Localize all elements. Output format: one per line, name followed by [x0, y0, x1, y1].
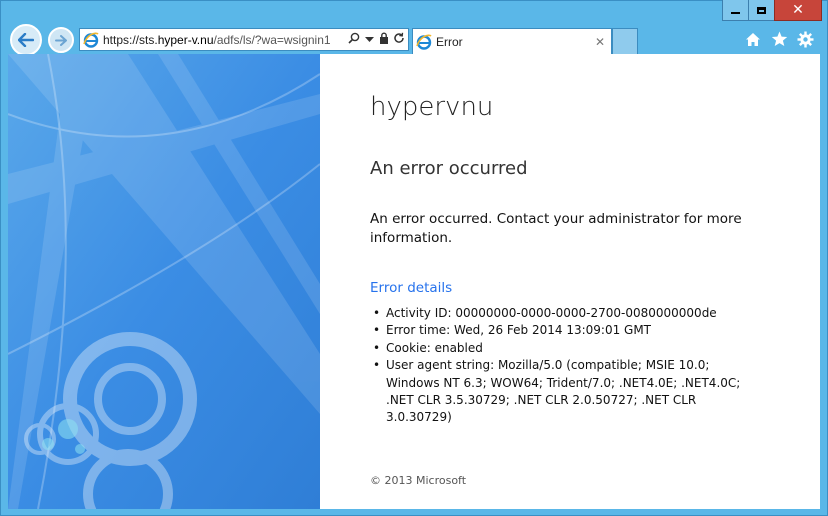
browser-window: ✕ https://sts.hyper-v.nu/adfs/ls/?wa=wsi… — [0, 0, 828, 516]
new-tab-button[interactable] — [612, 28, 638, 54]
background-illustration — [8, 54, 320, 509]
forward-arrow-icon — [55, 34, 67, 46]
lock-icon[interactable] — [378, 32, 390, 47]
error-details-list: Activity ID: 00000000-0000-0000-2700-008… — [370, 305, 750, 427]
command-icons — [744, 30, 814, 48]
back-arrow-icon — [18, 33, 34, 47]
url-scheme: https://sts. — [103, 32, 158, 47]
minimize-icon — [731, 12, 740, 14]
detail-cookie: Cookie: enabled — [370, 340, 750, 358]
back-button[interactable] — [10, 24, 42, 56]
caption-buttons: ✕ — [722, 0, 822, 21]
forward-button[interactable] — [48, 27, 74, 53]
minimize-button[interactable] — [722, 0, 749, 21]
close-window-button[interactable]: ✕ — [774, 0, 822, 21]
url-domain: hyper-v.nu — [157, 32, 214, 47]
error-title: An error occurred — [370, 158, 528, 179]
error-details-link[interactable]: Error details — [370, 280, 452, 296]
search-icon[interactable] — [348, 32, 360, 47]
company-name: hypervnu — [370, 92, 494, 122]
close-icon[interactable]: ✕ — [595, 35, 605, 49]
detail-activity-id: Activity ID: 00000000-0000-0000-2700-008… — [370, 305, 750, 323]
detail-user-agent: User agent string: Mozilla/5.0 (compatib… — [370, 357, 750, 427]
content-panel: hypervnu An error occurred An error occu… — [320, 54, 820, 509]
page-viewport: hypervnu An error occurred An error occu… — [8, 54, 820, 509]
refresh-icon[interactable] — [393, 32, 405, 47]
illustration-panel — [8, 54, 320, 509]
address-bar-icons — [348, 32, 405, 47]
chevron-down-icon[interactable] — [363, 33, 375, 46]
copyright-text: © 2013 Microsoft — [370, 474, 467, 487]
ie-logo-icon — [83, 32, 99, 48]
url-path: /adfs/ls/?wa=wsignin1 — [213, 32, 331, 47]
gear-icon[interactable] — [796, 30, 814, 48]
tab-error[interactable]: Error ✕ — [412, 28, 612, 54]
close-icon: ✕ — [792, 2, 804, 18]
address-bar[interactable]: https://sts.hyper-v.nu/adfs/ls/?wa=wsign… — [79, 28, 409, 51]
ie-favicon-icon — [416, 34, 432, 50]
detail-error-time: Error time: Wed, 26 Feb 2014 13:09:01 GM… — [370, 322, 750, 340]
tab-title: Error — [436, 34, 463, 49]
maximize-icon — [757, 6, 766, 14]
home-icon[interactable] — [744, 30, 762, 48]
star-icon[interactable] — [770, 30, 788, 48]
maximize-button[interactable] — [748, 0, 775, 21]
url-text[interactable]: https://sts.hyper-v.nu/adfs/ls/?wa=wsign… — [103, 33, 348, 47]
error-message: An error occurred. Contact your administ… — [370, 211, 742, 246]
